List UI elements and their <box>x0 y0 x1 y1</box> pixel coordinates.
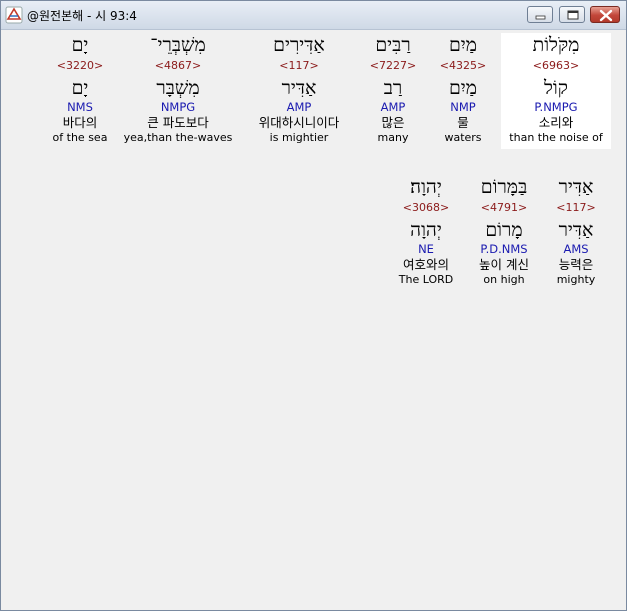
word-column[interactable]: בַּמָּרוֹם <4791> מָרוֹם P.D.NMS 높이 계신 on hig… <box>471 175 537 291</box>
korean-gloss: 능력은 <box>558 257 594 272</box>
hebrew-word: מִקֹּלוֹת <box>532 34 580 56</box>
lemma-word: אַדִּיר <box>281 77 317 99</box>
korean-gloss: 물 <box>457 115 469 130</box>
hebrew-word: אַדִּיר <box>558 176 594 198</box>
morphology-code: NMP <box>450 100 476 114</box>
word-column[interactable]: אַדִּיר <117> אַדִּיר AMS 능력은 mighty <box>543 175 609 291</box>
morphology-code: AMP <box>286 100 312 114</box>
strong-number[interactable]: <4791> <box>471 201 537 216</box>
morphology-code: NMS <box>67 100 93 114</box>
strong-number[interactable]: <6963> <box>501 59 611 74</box>
english-gloss: is mightier <box>269 131 329 144</box>
lemma-word: יְהוָה <box>410 219 442 241</box>
english-gloss: many <box>377 131 409 144</box>
strong-number[interactable]: <4867> <box>123 59 233 74</box>
title-bar[interactable]: @원전본해 - 시 93:4 <box>1 1 626 30</box>
english-gloss: The LORD <box>398 273 454 286</box>
maximize-button[interactable] <box>559 6 585 23</box>
hebrew-word: רַבִּים <box>375 34 411 56</box>
interlinear-panel[interactable]: מִקֹּלוֹת <6963> קוֹל P.NMPG 소리와 than the noi… <box>5 31 622 606</box>
korean-gloss: 여호와의 <box>402 257 449 272</box>
korean-gloss: 소리와 <box>538 115 574 130</box>
hebrew-word: יְהוָה׃ <box>410 176 442 198</box>
word-column[interactable]: מִשְׁבְּרֵי־ <4867> מִשְׁבָּר NMPG 큰 파도보다 yea… <box>123 33 233 149</box>
hebrew-word: בַּמָּרוֹם <box>480 176 528 198</box>
morphology-code: NMPG <box>160 100 196 114</box>
lemma-word: אַדִּיר <box>558 219 594 241</box>
strong-number[interactable]: <3068> <box>393 201 459 216</box>
strong-number[interactable]: <117> <box>543 201 609 216</box>
morphology-code: AMS <box>563 242 589 256</box>
lemma-word: קוֹל <box>544 77 568 99</box>
morphology-code: P.NMPG <box>534 100 578 114</box>
english-gloss: waters <box>444 131 482 144</box>
hebrew-word: אַדִּירִים <box>273 34 325 56</box>
strong-number[interactable]: <7227> <box>363 59 423 74</box>
word-column[interactable]: מַיִם <4325> מַיִם NMP 물 waters <box>433 33 493 149</box>
lemma-word: יָם <box>71 77 89 99</box>
english-gloss: on high <box>483 273 525 286</box>
hebrew-word: יָם <box>71 34 89 56</box>
lemma-word: רַב <box>383 77 403 99</box>
window-title: @원전본해 - 시 93:4 <box>27 9 137 23</box>
hebrew-word: מִשְׁבְּרֵי־ <box>150 34 206 56</box>
morphology-code: NE <box>418 242 434 256</box>
lemma-word: מַיִם <box>448 77 478 99</box>
lemma-word: מִשְׁבָּר <box>156 77 200 99</box>
word-column[interactable]: אַדִּירִים <117> אַדִּיר AMP 위대하시니이다 is might… <box>243 33 355 149</box>
word-column[interactable]: יְהוָה׃ <3068> יְהוָה NE 여호와의 The LORD <box>393 175 459 291</box>
strong-number[interactable]: <3220> <box>45 59 115 74</box>
korean-gloss: 큰 파도보다 <box>147 115 209 130</box>
english-gloss: of the sea <box>52 131 108 144</box>
app-logo-icon <box>5 6 23 24</box>
close-button[interactable] <box>590 6 620 23</box>
english-gloss: than the noise of <box>509 131 603 144</box>
english-gloss: yea,than the-waves <box>123 131 233 144</box>
hebrew-word: מַיִם <box>448 34 478 56</box>
korean-gloss: 바다의 <box>62 115 98 130</box>
maximize-icon <box>567 10 579 20</box>
korean-gloss: 위대하시니이다 <box>258 115 340 130</box>
english-gloss: mighty <box>556 273 596 286</box>
korean-gloss: 많은 <box>381 115 405 130</box>
minimize-button[interactable] <box>527 6 553 23</box>
morphology-code: P.D.NMS <box>480 242 528 256</box>
word-column[interactable]: מִקֹּלוֹת <6963> קוֹל P.NMPG 소리와 than the noi… <box>501 33 611 149</box>
strong-number[interactable]: <4325> <box>433 59 493 74</box>
strong-number[interactable]: <117> <box>243 59 355 74</box>
word-column[interactable]: יָם <3220> יָם NMS 바다의 of the sea <box>45 33 115 149</box>
korean-gloss: 높이 계신 <box>479 257 529 272</box>
lemma-word: מָרוֹם <box>485 219 523 241</box>
minimize-icon <box>535 15 546 20</box>
app-window: @원전본해 - 시 93:4 מִקֹּלוֹת <6963> קוֹל P.NMPG… <box>0 0 627 611</box>
morphology-code: AMP <box>380 100 406 114</box>
word-column[interactable]: רַבִּים <7227> רַב AMP 많은 many <box>363 33 423 149</box>
close-icon <box>599 9 613 22</box>
